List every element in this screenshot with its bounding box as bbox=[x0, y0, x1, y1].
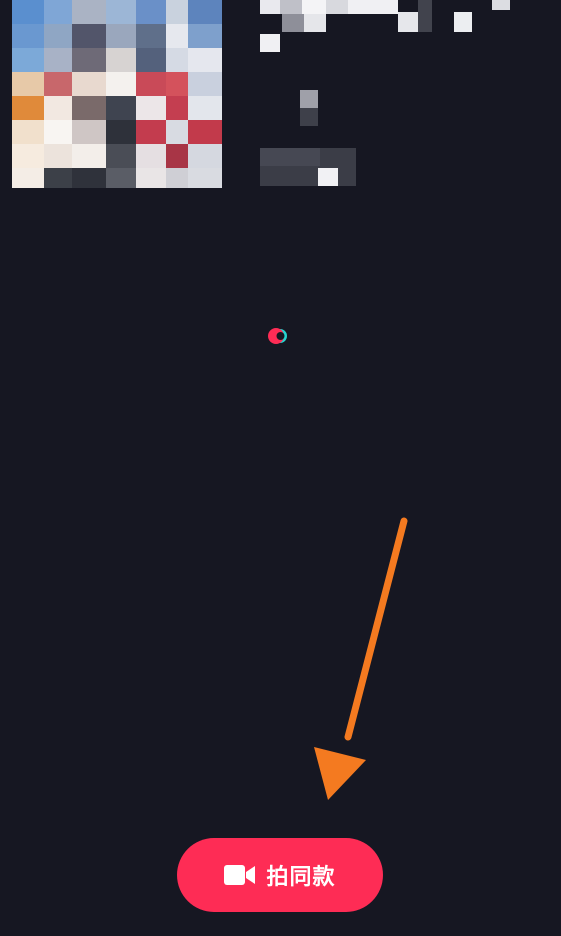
shoot-same-button[interactable]: 拍同款 bbox=[177, 838, 383, 912]
censored-video-info bbox=[260, 0, 561, 200]
video-camera-icon bbox=[224, 865, 256, 885]
annotation-arrow bbox=[300, 515, 420, 805]
mosaic-thumbnail-image bbox=[12, 0, 222, 188]
shoot-same-label: 拍同款 bbox=[266, 865, 336, 890]
loading-spinner-icon bbox=[266, 326, 290, 346]
video-thumbnail[interactable] bbox=[12, 0, 222, 188]
mosaic-text-blocks bbox=[260, 0, 510, 186]
